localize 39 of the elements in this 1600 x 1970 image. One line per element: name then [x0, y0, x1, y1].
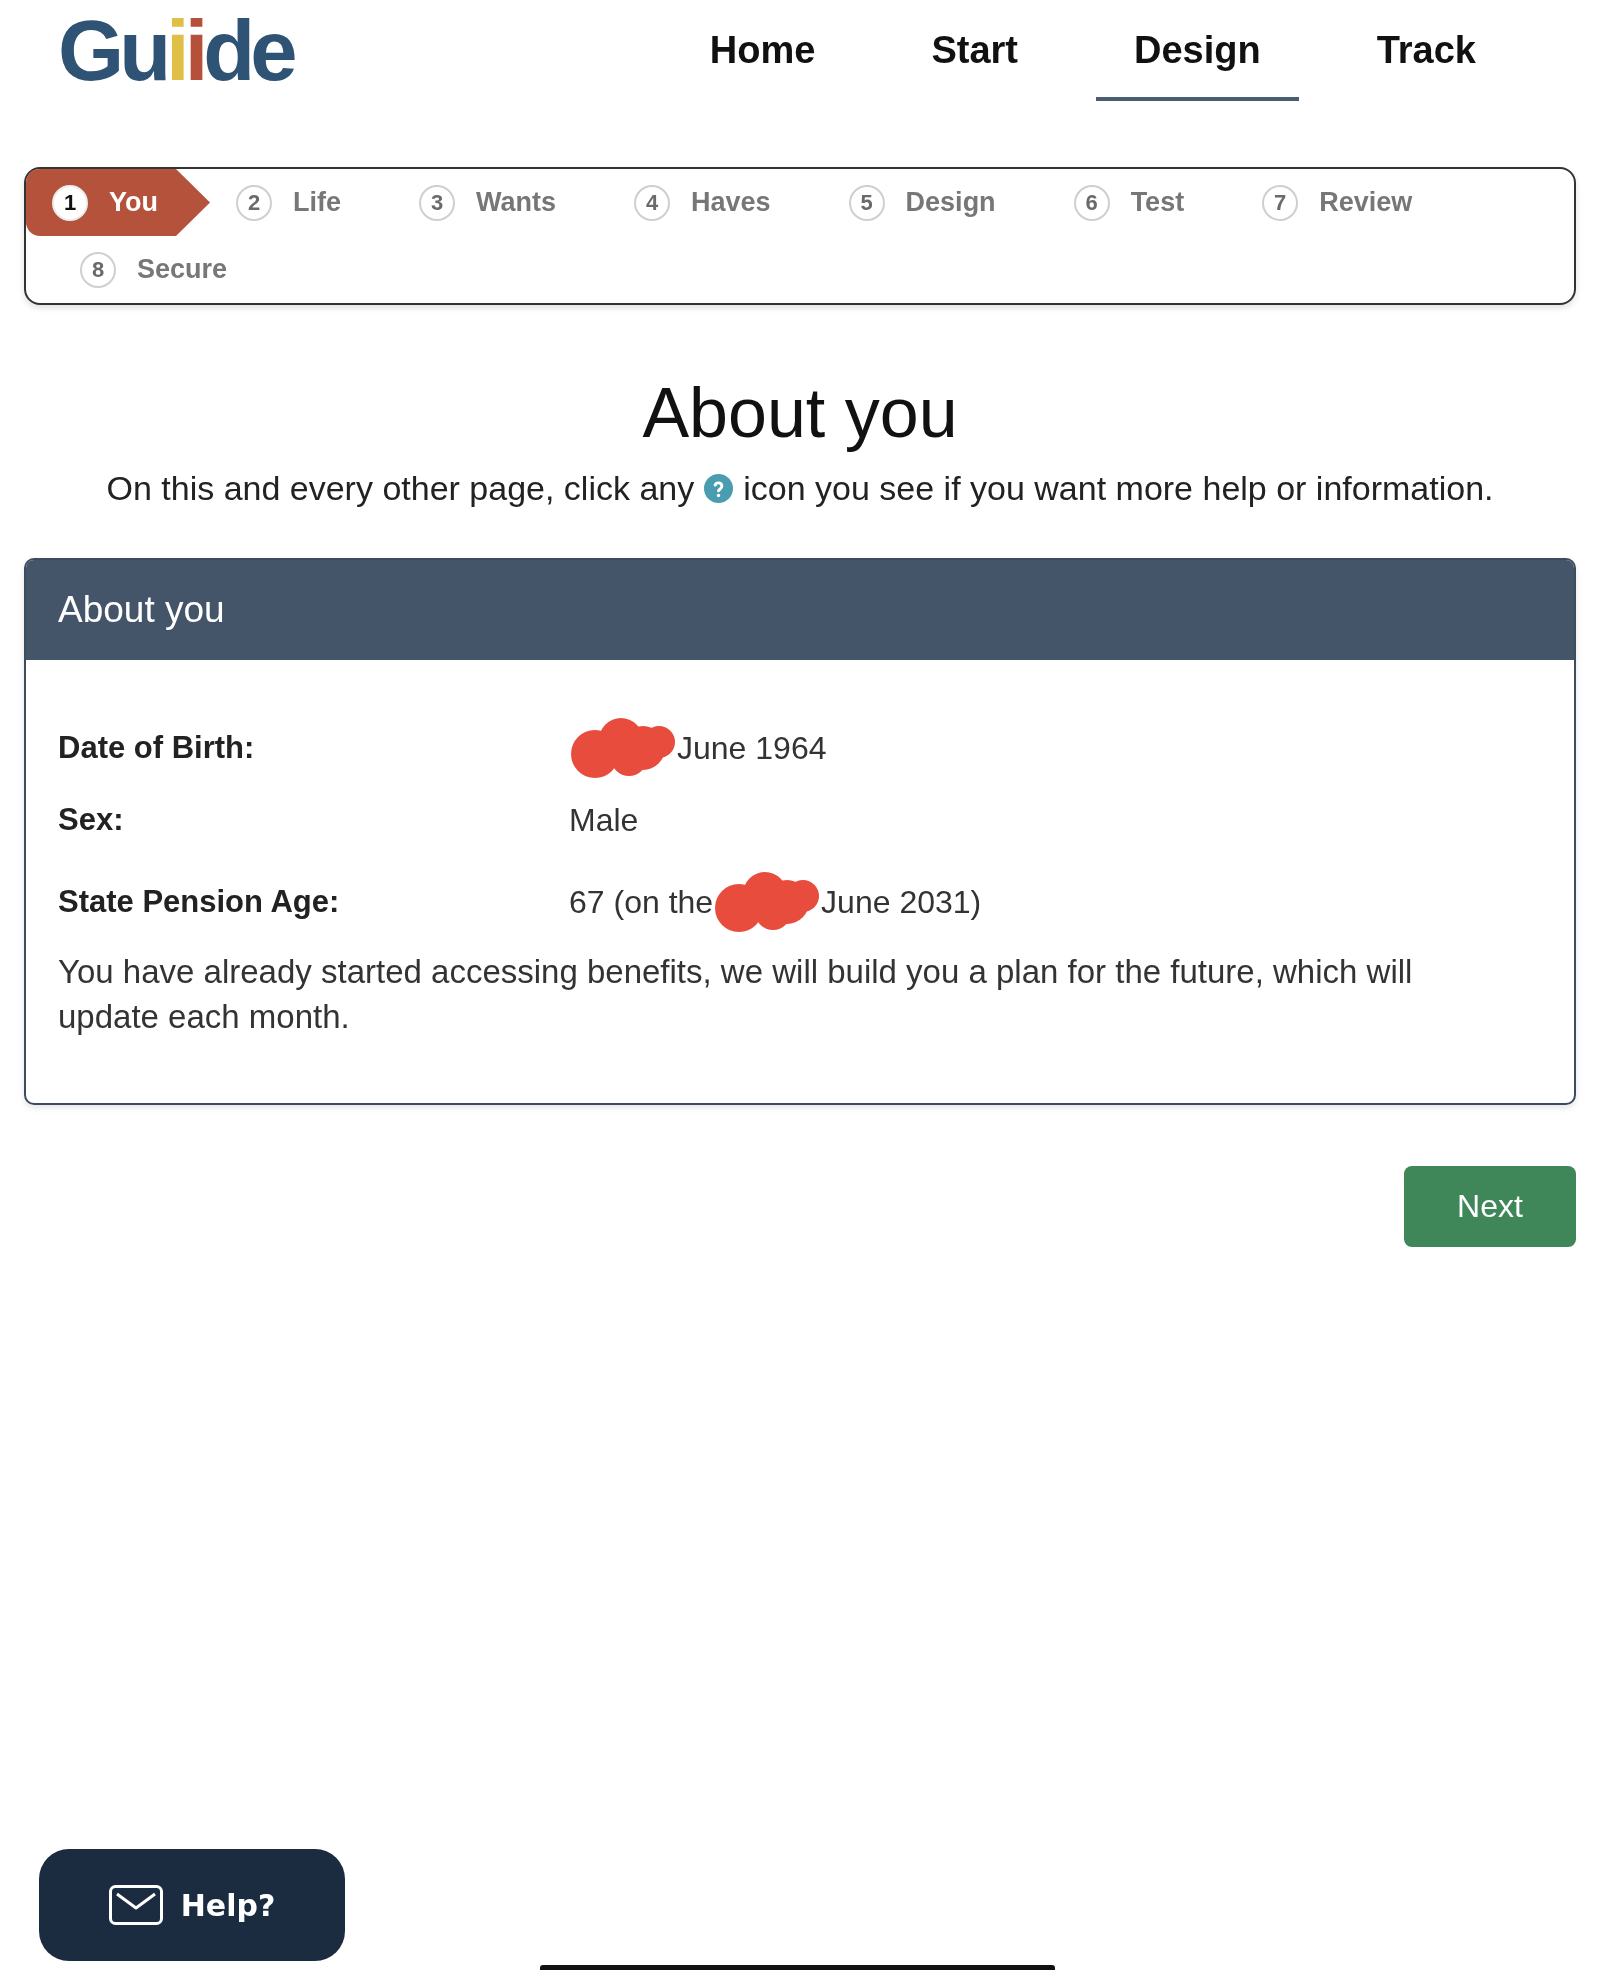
step-tab[interactable]: 5 Design — [848, 184, 996, 221]
nav-link[interactable]: Track — [1338, 0, 1514, 101]
field-value: Male — [569, 801, 639, 839]
help-icon — [704, 473, 734, 503]
scribble-icon — [571, 718, 675, 778]
nav-link[interactable]: Design — [1096, 0, 1299, 101]
step-number: 4 — [634, 184, 670, 221]
step-tab[interactable]: 1 You — [26, 169, 210, 236]
field-value: June 2031) — [821, 883, 982, 921]
step-tab[interactable]: 8 Secure — [80, 251, 228, 288]
step-number: 1 — [52, 184, 88, 221]
step-number: 2 — [236, 184, 272, 221]
field-value: 67 (on the — [569, 883, 714, 921]
step-number: 7 — [1262, 184, 1299, 221]
field-label: Date of Birth: — [58, 730, 255, 766]
next-button[interactable]: Next — [1404, 1166, 1576, 1247]
card-header: About you — [26, 560, 1574, 660]
step-tab[interactable]: 6 Test — [1073, 184, 1185, 221]
step-tab[interactable]: 2 Life — [236, 184, 341, 221]
intro-text: On this and every other page, click any — [106, 468, 695, 509]
page-title: About you — [642, 373, 958, 454]
step-tab[interactable]: 3 Wants — [419, 184, 556, 221]
step-tab[interactable]: 4 Haves — [634, 184, 771, 221]
step-number: 3 — [419, 184, 455, 221]
field-label: Sex: — [58, 802, 124, 838]
step-tab[interactable]: 7 Review — [1262, 184, 1413, 221]
step-number: 5 — [848, 184, 885, 221]
field-label: State Pension Age: — [58, 884, 340, 920]
field-value: June 1964 — [677, 729, 827, 767]
intro-text: icon you see if you want more help or information. — [743, 468, 1494, 509]
info-text: You have already started accessing benefits, we will build you a plan for the future, which will update each month. — [58, 952, 1414, 1037]
nav-link[interactable]: Home — [671, 0, 854, 101]
logo[interactable]: Guiide — [58, 8, 293, 93]
help-button[interactable]: Help? — [39, 1849, 345, 1961]
mail-icon — [108, 1885, 163, 1925]
scribble-icon — [715, 872, 820, 932]
step-number: 8 — [80, 251, 116, 288]
nav-link[interactable]: Start — [893, 0, 1056, 101]
step-number: 6 — [1073, 184, 1110, 221]
